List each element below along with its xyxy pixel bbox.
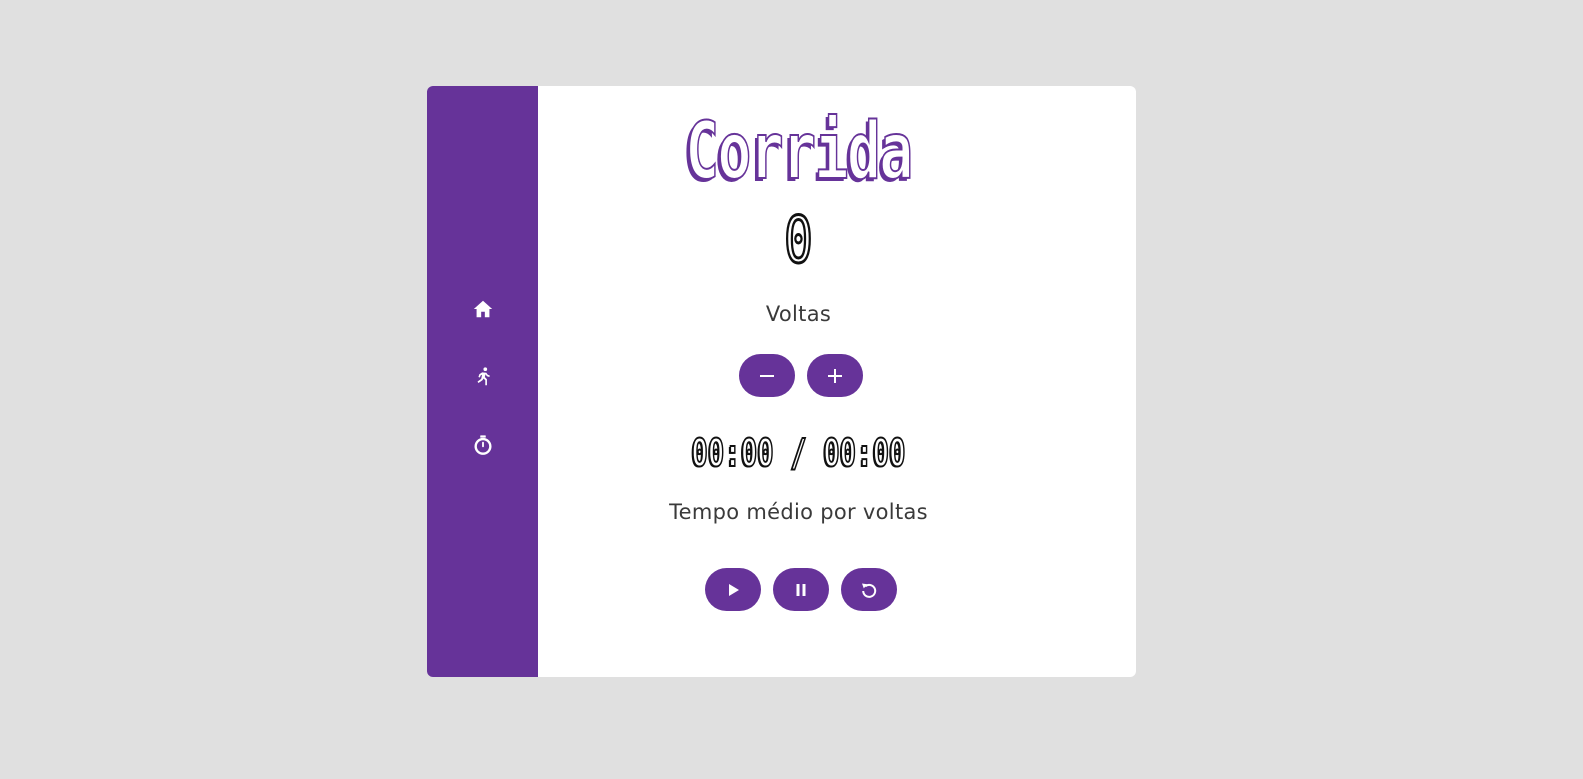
time-display: 00:00 / 00:00 — [691, 430, 907, 476]
sidebar-item-running[interactable] — [427, 357, 538, 397]
decrease-laps-button[interactable] — [739, 354, 795, 397]
page-title: Corrida — [684, 107, 913, 197]
main-panel: Corrida 0 Voltas 00:00 / 00:00 Tempo méd… — [538, 86, 1136, 677]
sidebar — [427, 86, 538, 677]
lap-counter: 0 — [783, 204, 814, 278]
reset-button[interactable] — [841, 568, 897, 611]
increase-laps-button[interactable] — [807, 354, 863, 397]
running-icon — [477, 367, 490, 386]
plus-icon — [828, 368, 842, 383]
play-icon — [729, 583, 739, 596]
sidebar-item-stopwatch[interactable] — [427, 425, 538, 465]
pause-icon — [796, 583, 806, 596]
minus-icon — [760, 374, 774, 377]
pause-button[interactable] — [773, 568, 829, 611]
stopwatch-icon — [473, 435, 492, 455]
average-time-label: Tempo médio por voltas — [669, 500, 928, 524]
home-icon — [473, 300, 492, 318]
restart-icon — [862, 583, 877, 598]
laps-label: Voltas — [765, 302, 832, 326]
start-button[interactable] — [705, 568, 761, 611]
app-card: Corrida 0 Voltas 00:00 / 00:00 Tempo méd… — [427, 86, 1136, 677]
sidebar-item-home[interactable] — [427, 289, 538, 329]
